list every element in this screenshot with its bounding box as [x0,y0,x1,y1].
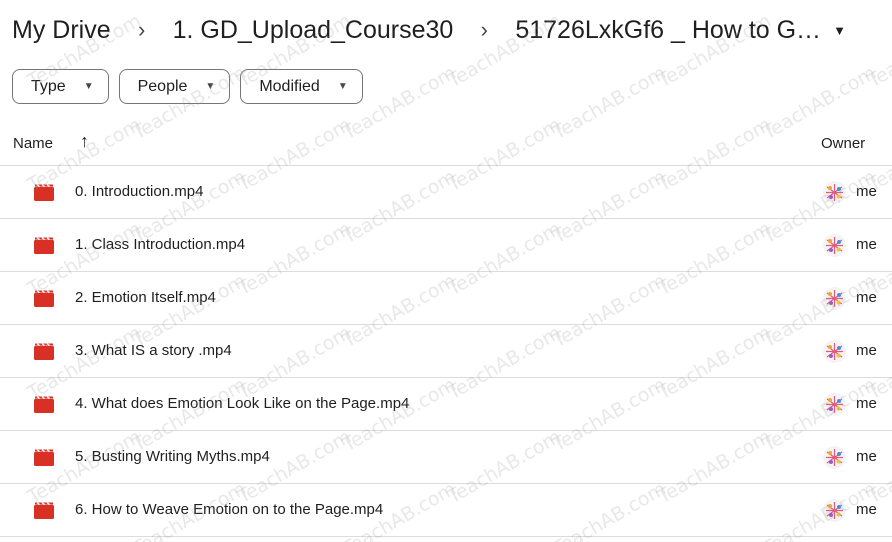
table-row[interactable]: 1. Class Introduction.mp4 me [0,219,892,272]
breadcrumb-my-drive[interactable]: My Drive [12,16,111,45]
filter-type-chip[interactable]: Type ▼ [12,69,109,104]
filter-modified-chip[interactable]: Modified ▼ [240,69,363,104]
avatar [823,499,846,522]
avatar [823,446,846,469]
file-name: 4. What does Emotion Look Like on the Pa… [75,395,410,412]
avatar [823,287,846,310]
file-name: 6. How to Weave Emotion on to the Page.m… [75,501,384,518]
chip-label: People [137,77,188,95]
chip-label: Type [31,77,66,95]
filter-people-chip[interactable]: People ▼ [118,69,231,104]
owner-name: me [856,183,877,200]
owner-name: me [856,501,877,518]
owner-name: me [856,289,877,306]
owner-name: me [856,448,877,465]
caret-down-icon: ▼ [205,81,216,92]
file-name: 3. What IS a story .mp4 [75,342,232,359]
table-row[interactable]: 3. What IS a story .mp4 me [0,325,892,378]
video-file-icon [34,343,54,360]
table-row[interactable]: 6. How to Weave Emotion on to the Page.m… [0,484,892,537]
breadcrumb-course-folder[interactable]: 1. GD_Upload_Course30 [173,16,454,45]
table-row[interactable]: 5. Busting Writing Myths.mp4 me [0,431,892,484]
chevron-right-icon: › [480,17,488,42]
chevron-right-icon: › [137,17,146,42]
file-name: 1. Class Introduction.mp4 [75,236,246,253]
file-name: 0. Introduction.mp4 [75,183,204,200]
breadcrumb: My Drive › 1. GD_Upload_Course30 › 51726… [12,12,846,48]
video-file-icon [34,237,54,254]
chip-label: Modified [259,77,320,95]
table-header: Name ↑ Owner [0,120,892,166]
watermark-text: TeachAB.com [863,9,892,93]
owner-name: me [856,342,877,359]
table-row[interactable]: 2. Emotion Itself.mp4 me [0,272,892,325]
table-row[interactable]: 4. What does Emotion Look Like on the Pa… [0,378,892,431]
column-header-name[interactable]: Name [13,135,53,152]
caret-down-icon: ▼ [83,81,94,92]
video-file-icon [34,184,54,201]
video-file-icon [34,396,54,413]
video-file-icon [34,502,54,519]
avatar [823,340,846,363]
table-row[interactable]: 0. Introduction.mp4 me [0,166,892,219]
file-list: 0. Introduction.mp4 me 1. Class Introducti… [0,166,892,537]
owner-name: me [856,236,877,253]
current-folder-title: 51726LxkGf6 _ How to G… [515,15,822,44]
avatar [823,234,846,257]
caret-down-icon: ▼ [833,22,846,38]
avatar [823,393,846,416]
caret-down-icon: ▼ [337,81,348,92]
column-header-owner: Owner [821,135,866,152]
breadcrumb-current-folder[interactable]: 51726LxkGf6 _ How to G… ▼ [515,16,846,45]
arrow-up-icon[interactable]: ↑ [80,131,89,152]
video-file-icon [34,449,54,466]
file-name: 2. Emotion Itself.mp4 [75,289,216,306]
filter-chips: Type ▼ People ▼ Modified ▼ [12,69,363,104]
video-file-icon [34,290,54,307]
owner-name: me [856,395,877,412]
file-name: 5. Busting Writing Myths.mp4 [75,448,270,465]
drive-folder-view: My Drive › 1. GD_Upload_Course30 › 51726… [0,0,892,542]
avatar [823,181,846,204]
